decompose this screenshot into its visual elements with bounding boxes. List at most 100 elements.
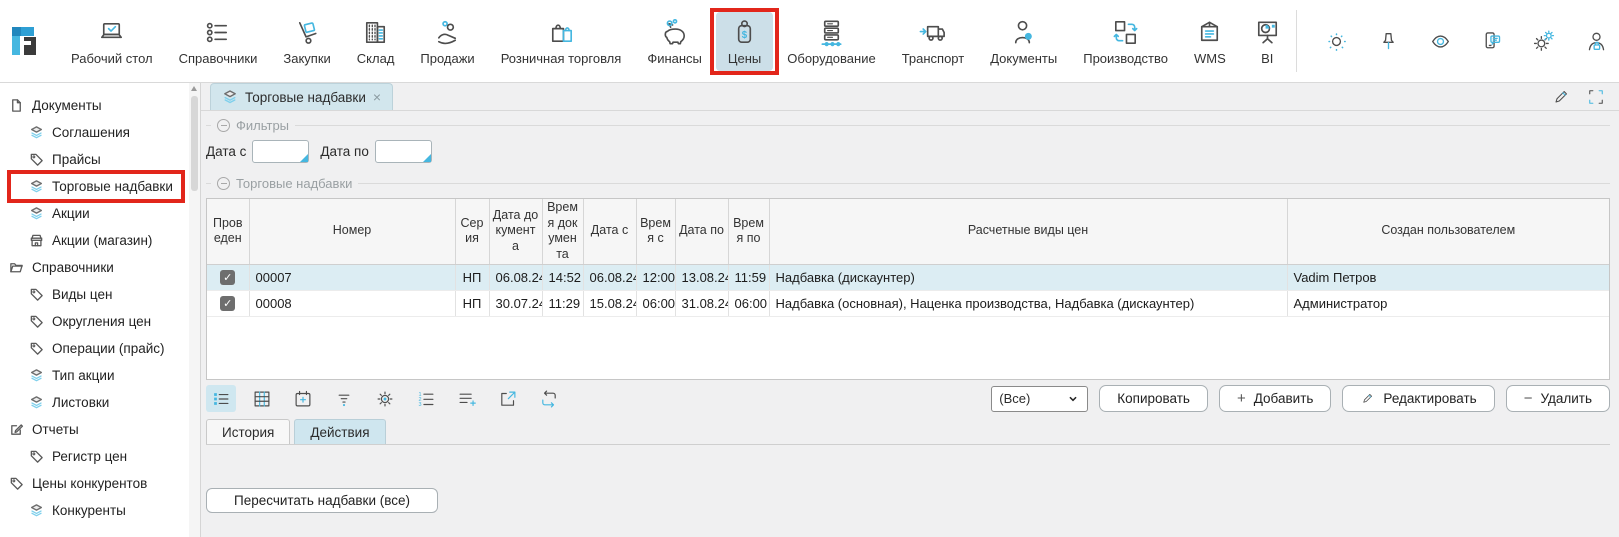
col-data-s[interactable]: Дата с xyxy=(583,199,636,264)
menu-item-spravochniki[interactable]: Справочники xyxy=(167,12,270,71)
add-button[interactable]: +Добавить xyxy=(1219,385,1331,412)
content-area: Торговые надбавки × Фильтры Дата с Дата … xyxy=(201,83,1619,537)
filter-button[interactable] xyxy=(329,385,359,412)
col-sozdan-polzovatelem[interactable]: Создан пользователем xyxy=(1287,199,1609,264)
menu-item-wms[interactable]: WMS xyxy=(1182,12,1238,71)
settings-gears-icon[interactable] xyxy=(1532,29,1557,54)
user-lock-icon[interactable] xyxy=(1584,29,1609,54)
sidebar-item-tseny-konkurentov[interactable]: Цены конкурентов xyxy=(0,470,200,497)
col-nomer[interactable]: Номер xyxy=(249,199,455,264)
server-icon xyxy=(816,17,847,48)
open-window-button[interactable] xyxy=(493,385,523,412)
tab-actions xyxy=(1551,87,1606,110)
eye-icon[interactable] xyxy=(1428,29,1453,54)
sidebar-item-tip-aktsii[interactable]: Тип акции xyxy=(0,362,200,389)
scrollbar-thumb[interactable] xyxy=(191,96,198,191)
collapse-minus-icon[interactable] xyxy=(217,119,230,132)
refresh-button[interactable] xyxy=(534,385,564,412)
menu-item-bi[interactable]: BI xyxy=(1240,12,1295,71)
calendar-add-icon xyxy=(292,388,314,410)
actions-panel: Пересчитать надбавки (все) xyxy=(206,488,1619,513)
col-raschetnye-vidy-tsen[interactable]: Расчетные виды цен xyxy=(769,199,1287,264)
tab-deystviya[interactable]: Действия xyxy=(294,419,385,444)
row-checkbox[interactable]: ✓ xyxy=(220,296,235,311)
brightness-icon[interactable] xyxy=(1324,29,1349,54)
report-icon xyxy=(9,422,24,437)
col-vremya-s[interactable]: Время с xyxy=(636,199,675,264)
phone-message-icon[interactable] xyxy=(1480,29,1505,54)
menu-item-rabochiy-stol[interactable]: Рабочий стол xyxy=(59,12,165,71)
sidebar-item-vidy-tsen[interactable]: Виды цен xyxy=(0,281,200,308)
box-icon xyxy=(1194,17,1225,48)
sidebar-item-otchety[interactable]: Отчеты xyxy=(0,416,200,443)
tab-torgovye-nadbavki[interactable]: Торговые надбавки × xyxy=(210,83,393,110)
scrollbar-up-arrow[interactable] xyxy=(191,86,197,91)
menu-item-prodazhi[interactable]: Продажи xyxy=(408,12,486,71)
sidebar-item-operatsii-prays[interactable]: Операции (прайс) xyxy=(0,335,200,362)
recalculate-markups-button[interactable]: Пересчитать надбавки (все) xyxy=(206,488,438,513)
table-row[interactable]: ✓ 00007 НП 06.08.24 14:52 06.08.24 12:00… xyxy=(207,264,1609,290)
calendar-add-button[interactable] xyxy=(288,385,318,412)
menu-item-oborudovanie[interactable]: Оборудование xyxy=(775,12,887,71)
col-proveden[interactable]: Проведен xyxy=(207,199,249,264)
sidebar-item-dokumenty[interactable]: Документы xyxy=(0,92,200,119)
tag-icon xyxy=(29,287,44,302)
col-vremya-dokumenta[interactable]: Время документа xyxy=(542,199,583,264)
desktop-icon xyxy=(96,17,127,48)
date-from-label: Дата с xyxy=(206,144,246,159)
sidebar-scrollbar[interactable] xyxy=(189,83,200,537)
tab-istoriya[interactable]: История xyxy=(206,419,290,444)
col-data-dokumenta[interactable]: Дата документа xyxy=(489,199,542,264)
sidebar-item-spravochniki[interactable]: Справочники xyxy=(0,254,200,281)
warehouse-icon xyxy=(360,17,391,48)
numbered-list-icon xyxy=(415,388,437,410)
fullscreen-icon[interactable] xyxy=(1586,87,1606,107)
list-view-button[interactable] xyxy=(206,385,236,412)
col-seriya[interactable]: Серия xyxy=(455,199,489,264)
sidebar-item-praysy[interactable]: Прайсы xyxy=(0,146,200,173)
copy-button[interactable]: Копировать xyxy=(1099,385,1208,412)
menu-item-roznichnaya-torgovlya[interactable]: Розничная торговля xyxy=(489,12,634,71)
topbar-right-icons xyxy=(1296,10,1619,72)
menu-item-finansy[interactable]: Финансы xyxy=(635,12,714,71)
sidebar-item-aktsii-magazin[interactable]: Акции (магазин) xyxy=(0,227,200,254)
settings-button[interactable] xyxy=(370,385,400,412)
minus-icon: − xyxy=(1524,391,1533,406)
menu-item-dokumenty[interactable]: Документы xyxy=(978,12,1069,71)
date-to-input[interactable] xyxy=(375,140,432,163)
store-icon xyxy=(29,233,44,248)
edit-button[interactable]: Редактировать xyxy=(1342,385,1494,412)
pin-icon[interactable] xyxy=(1376,29,1401,54)
shopping-bags-icon xyxy=(546,17,577,48)
menu-item-tseny[interactable]: Цены xyxy=(716,12,773,71)
grid-view-button[interactable] xyxy=(247,385,277,412)
col-data-po[interactable]: Дата по xyxy=(675,199,728,264)
person-globe-icon xyxy=(1008,17,1039,48)
sidebar-item-torgovye-nadbavki[interactable]: Торговые надбавки xyxy=(0,173,200,200)
tab-close-icon[interactable]: × xyxy=(373,90,381,104)
menu-item-transport[interactable]: Транспорт xyxy=(890,12,977,71)
menu-item-zakupki[interactable]: Закупки xyxy=(271,12,342,71)
sidebar-item-soglasheniya[interactable]: Соглашения xyxy=(0,119,200,146)
edit-pencil-icon[interactable] xyxy=(1551,87,1571,107)
sidebar-item-aktsii[interactable]: Акции xyxy=(0,200,200,227)
table-row[interactable]: ✓ 00008 НП 30.07.24 11:29 15.08.24 06:00… xyxy=(207,290,1609,316)
list-view-icon xyxy=(210,388,232,410)
menu-item-sklad[interactable]: Склад xyxy=(345,12,407,71)
menu-item-proizvodstvo[interactable]: Производство xyxy=(1071,12,1180,71)
document-tab-bar: Торговые надбавки × xyxy=(201,83,1619,111)
date-from-input[interactable] xyxy=(252,140,309,163)
filters-section-header: Фильтры xyxy=(206,118,1610,133)
row-checkbox[interactable]: ✓ xyxy=(220,270,235,285)
col-vremya-po[interactable]: Время по xyxy=(728,199,769,264)
topbar-divider xyxy=(1296,10,1297,72)
sidebar-item-listovki[interactable]: Листовки xyxy=(0,389,200,416)
filter-select[interactable]: (Все) xyxy=(991,386,1088,412)
sidebar-item-konkurenty[interactable]: Конкуренты xyxy=(0,497,200,524)
sidebar-item-registr-tsen[interactable]: Регистр цен xyxy=(0,443,200,470)
collapse-minus-icon[interactable] xyxy=(217,177,230,190)
sidebar-item-okrugleniya-tsen[interactable]: Округления цен xyxy=(0,308,200,335)
delete-button[interactable]: −Удалить xyxy=(1506,385,1610,412)
add-row-button[interactable] xyxy=(452,385,482,412)
numbered-list-button[interactable] xyxy=(411,385,441,412)
